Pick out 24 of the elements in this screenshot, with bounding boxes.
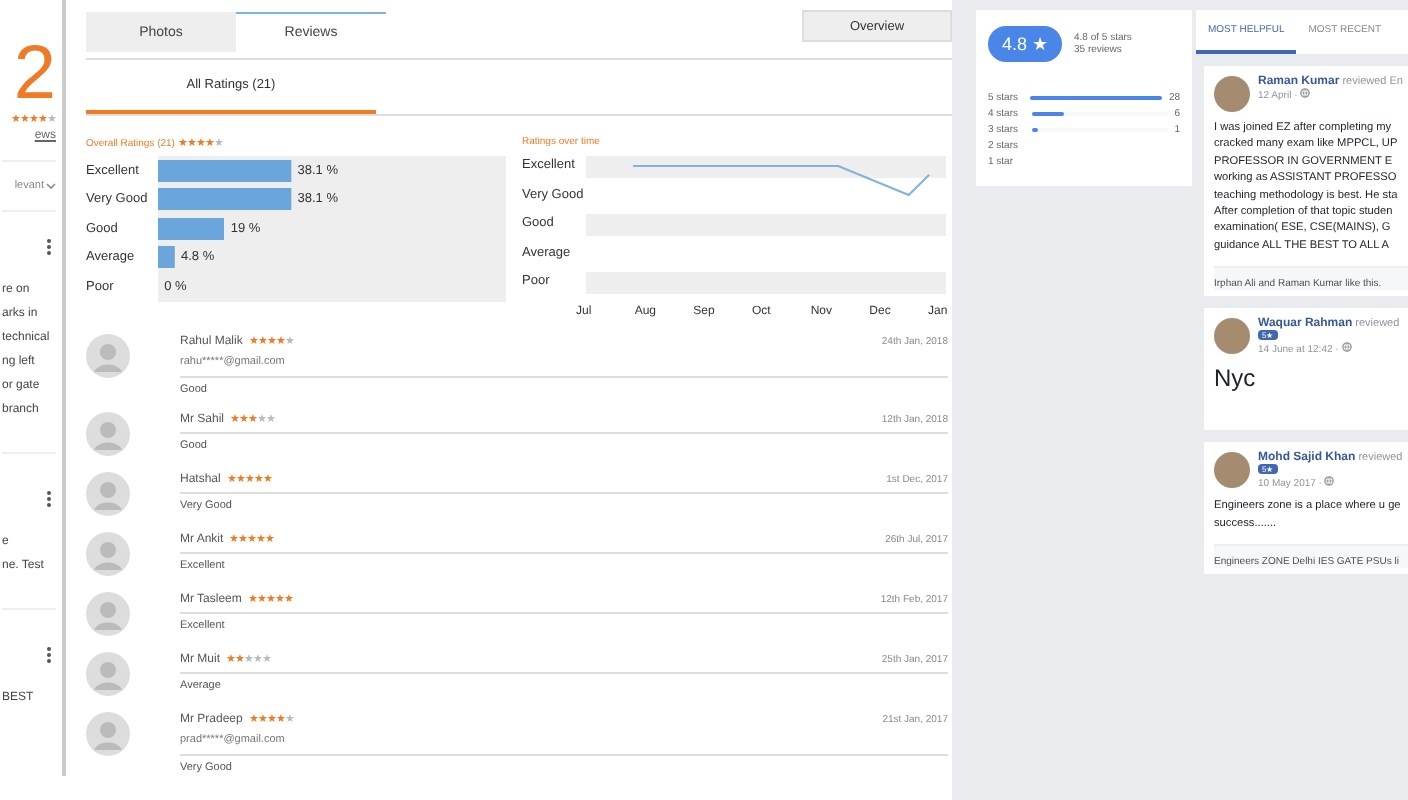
more-icon[interactable] <box>46 646 52 664</box>
chart-bar <box>158 246 175 269</box>
caret-icon <box>46 182 56 190</box>
avatar-icon <box>1214 318 1250 355</box>
globe-icon <box>1300 88 1311 98</box>
more-icon[interactable] <box>46 490 52 508</box>
more-icon[interactable] <box>46 238 52 256</box>
avatar-icon <box>86 592 130 636</box>
post-text: Nyc <box>1214 364 1258 393</box>
avatar-icon <box>86 712 130 756</box>
avatar-icon <box>86 532 130 576</box>
avatar-icon <box>86 652 130 696</box>
chart-bar <box>158 188 292 211</box>
avatar-icon <box>1214 76 1250 112</box>
avatar-icon <box>86 334 130 378</box>
avatar-icon <box>86 412 130 456</box>
avatar-icon <box>86 472 130 516</box>
globe-icon <box>1324 476 1335 487</box>
chart-bar <box>158 159 292 182</box>
avatar-icon <box>1214 452 1250 489</box>
globe-icon <box>1341 342 1352 353</box>
chart-bar <box>158 217 225 240</box>
rating-score: 4.8 ★ <box>988 26 1063 62</box>
rating-number: 2 <box>13 36 56 112</box>
